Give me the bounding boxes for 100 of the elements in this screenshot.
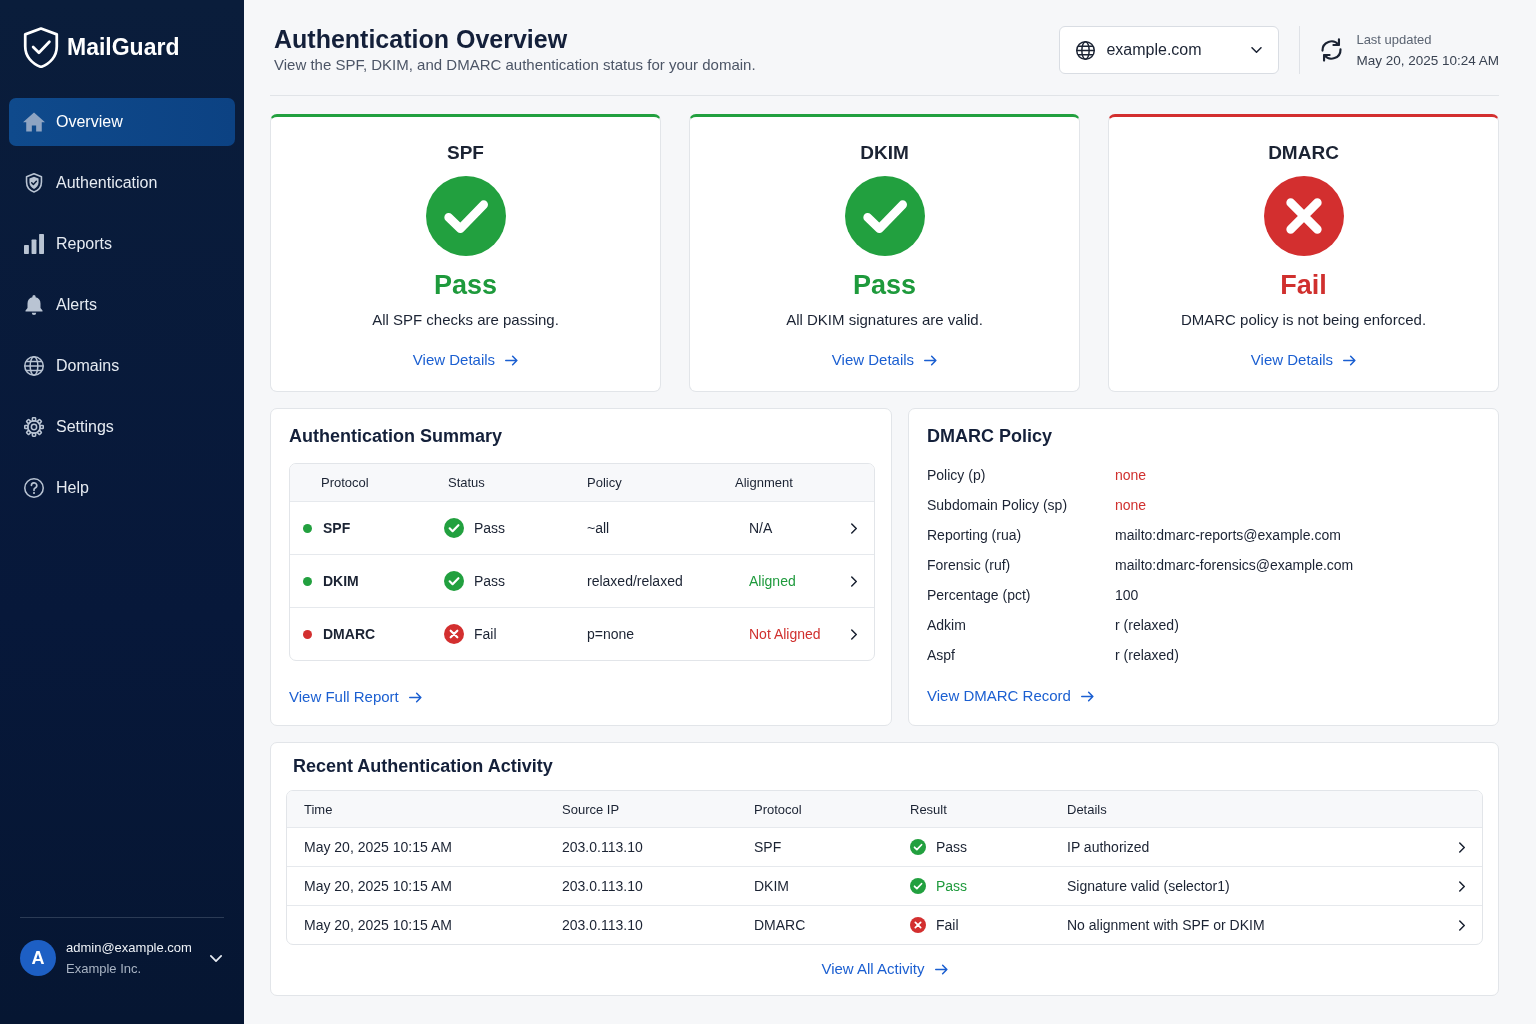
- table-cell: May 20, 2025 10:15 AM: [304, 878, 452, 894]
- table-cell: DMARC: [754, 917, 806, 933]
- table-cell: May 20, 2025 10:15 AM: [304, 839, 452, 855]
- table-cell: No alignment with SPF or DKIM: [1067, 917, 1265, 933]
- field-label: Percentage (pct): [927, 587, 1031, 603]
- nav-item[interactable]: Help: [9, 464, 235, 512]
- arrow-right-icon: [924, 354, 938, 366]
- chevron-down-icon[interactable]: [210, 954, 222, 962]
- view-details-link[interactable]: View Details: [831, 350, 938, 370]
- view-full-report-link[interactable]: View Full Report: [289, 687, 422, 707]
- status-result: Fail: [1280, 269, 1327, 302]
- status-result: Pass: [852, 269, 917, 302]
- table-cell: DKIM: [323, 573, 359, 589]
- nav-item[interactable]: Settings: [9, 403, 235, 451]
- domain-select[interactable]: example.com: [1059, 26, 1280, 74]
- table-cell: Pass: [474, 520, 506, 536]
- nav-item[interactable]: Authentication: [9, 159, 235, 207]
- field-value: r (relaxed): [1115, 647, 1179, 663]
- view-details-link[interactable]: View Details: [412, 350, 519, 370]
- user-email: admin@example.com: [66, 940, 192, 955]
- column-header: Protocol: [321, 475, 369, 490]
- field-value: none: [1115, 497, 1147, 513]
- shield-check-icon: [23, 26, 59, 68]
- table-cell: SPF: [754, 839, 782, 855]
- globe-icon: [23, 356, 45, 376]
- table-cell: relaxed/relaxed: [587, 573, 683, 589]
- refresh-icon[interactable]: [1320, 38, 1344, 62]
- column-header: Status: [448, 475, 485, 490]
- table-cell: Aligned: [749, 573, 796, 589]
- gear-icon: [23, 417, 45, 437]
- table-cell: 203.0.113.10: [562, 917, 643, 933]
- field-label: Reporting (rua): [927, 527, 1022, 543]
- field-value: mailto:dmarc-reports@example.com: [1115, 527, 1341, 543]
- card-description: DMARC policy is not being enforced.: [1180, 310, 1427, 330]
- chevron-right-icon[interactable]: [1459, 919, 1465, 931]
- column-header: Protocol: [754, 801, 802, 817]
- user-organization: Example Inc.: [66, 961, 142, 976]
- card-description: All SPF checks are passing.: [372, 310, 559, 330]
- card-title: DKIM: [860, 141, 909, 165]
- chevron-right-icon[interactable]: [851, 628, 857, 640]
- panel-title: DMARC Policy: [927, 425, 1052, 447]
- field-label: Subdomain Policy (sp): [927, 497, 1068, 513]
- card-title: SPF: [447, 141, 484, 165]
- column-header: Alignment: [735, 475, 793, 490]
- table-cell: May 20, 2025 10:15 AM: [304, 917, 452, 933]
- brand-name: MailGuard: [67, 33, 180, 61]
- chevron-right-icon[interactable]: [851, 575, 857, 587]
- table-cell: Pass: [936, 878, 968, 894]
- help-icon: [23, 478, 45, 498]
- nav-item[interactable]: Reports: [9, 220, 235, 268]
- table-cell: N/A: [749, 520, 773, 536]
- nav-item[interactable]: Domains: [9, 342, 235, 390]
- table-cell: ~all: [587, 520, 610, 536]
- arrow-right-icon: [1343, 354, 1357, 366]
- globe-icon: [1076, 40, 1096, 60]
- table-cell: DMARC: [323, 626, 376, 642]
- view-details-link[interactable]: View Details: [1250, 350, 1357, 370]
- bell-icon: [23, 295, 45, 315]
- nav-item[interactable]: Overview: [9, 98, 235, 146]
- last-updated-time: May 20, 2025 10:24 AM: [1356, 53, 1499, 68]
- field-label: Forensic (ruf): [927, 557, 1011, 573]
- page-subtitle: View the SPF, DKIM, and DMARC authentication status for your domain.: [274, 55, 756, 75]
- table-cell: IP authorized: [1067, 839, 1150, 855]
- avatar: A: [20, 940, 56, 976]
- column-header: Policy: [587, 475, 622, 490]
- last-updated-label: Last updated: [1356, 32, 1432, 47]
- table-cell: Pass: [474, 573, 506, 589]
- view-all-activity-link[interactable]: View All Activity: [821, 959, 948, 979]
- home-icon: [23, 112, 45, 132]
- page-title: Authentication Overview: [274, 24, 568, 54]
- column-header: Time: [304, 801, 333, 817]
- chevron-right-icon[interactable]: [1459, 880, 1465, 892]
- table-cell: p=none: [587, 626, 635, 642]
- table-cell: 203.0.113.10: [562, 839, 643, 855]
- panel-title: Recent Authentication Activity: [293, 755, 553, 777]
- table-cell: Fail: [936, 917, 959, 933]
- nav-item[interactable]: Alerts: [9, 281, 235, 329]
- chevron-right-icon[interactable]: [851, 522, 857, 534]
- table-cell: 203.0.113.10: [562, 878, 643, 894]
- field-value: 100: [1115, 587, 1139, 603]
- status-result: Pass: [433, 269, 498, 302]
- panel-title: Authentication Summary: [289, 425, 503, 447]
- column-header: Source IP: [562, 801, 620, 817]
- arrow-right-icon: [934, 963, 948, 975]
- chevron-right-icon[interactable]: [1459, 841, 1465, 853]
- field-label: Adkim: [927, 617, 966, 633]
- column-header: Details: [1067, 801, 1107, 817]
- field-label: Policy (p): [927, 467, 986, 483]
- view-dmarc-record-link[interactable]: View DMARC Record: [927, 686, 1094, 706]
- table-cell: Signature valid (selector1): [1067, 878, 1230, 894]
- table-cell: Pass: [936, 839, 968, 855]
- table-cell: Not Aligned: [749, 626, 821, 642]
- table-cell: SPF: [323, 520, 351, 536]
- shield-check-icon: [23, 173, 45, 193]
- field-label: Aspf: [927, 647, 955, 663]
- bar-chart-icon: [23, 234, 45, 254]
- column-header: Result: [910, 801, 947, 817]
- field-value: none: [1115, 467, 1147, 483]
- arrow-right-icon: [505, 354, 519, 366]
- table-cell: DKIM: [754, 878, 789, 894]
